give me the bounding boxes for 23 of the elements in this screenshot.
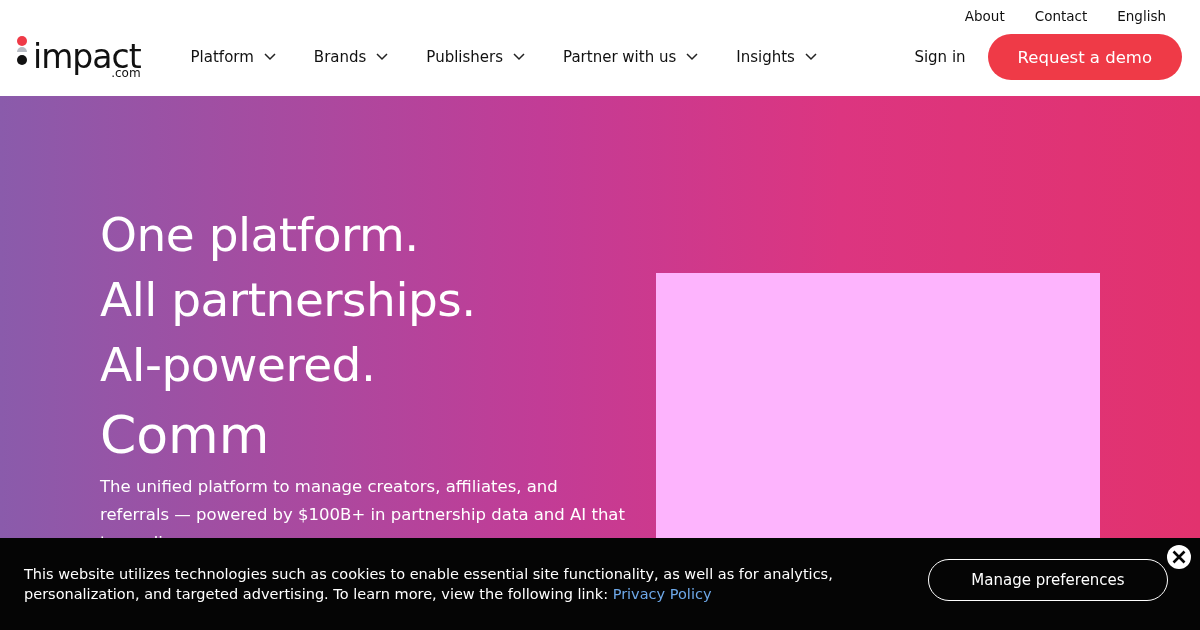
cookie-notice: This website utilizes technologies such as cookies to enable essential site functionality, as well as for analytics, personalization, and targeted advertising. To learn more, view the following link: Privacy Policy [24,565,834,604]
sign-in-link[interactable]: Sign in [914,48,966,66]
chevron-down-icon [376,53,389,61]
nav-menu-item[interactable]: Brands [307,44,395,70]
nav-menu-item[interactable]: Platform [184,44,282,70]
nav-menu-item[interactable]: Publishers [420,44,532,70]
privacy-policy-link[interactable]: Privacy Policy [612,586,712,602]
close-icon[interactable] [1166,544,1192,570]
hero-headline-line: One platform. [100,206,420,264]
top-link[interactable]: English [1117,8,1166,24]
chevron-down-icon [263,53,276,61]
chevron-down-icon [804,53,817,61]
hero-headline-line: AI-powered. [100,336,377,394]
chevron-down-icon [686,53,699,61]
top-link[interactable]: Contact [1034,8,1088,24]
nav-menu-item[interactable]: Insights [730,44,823,70]
logo-dots-icon [15,35,29,66]
hero-headline-line: All partnerships. [100,271,477,329]
rotating-word: Comm [100,405,271,465]
nav-menu-item[interactable]: Partner with us [557,44,705,70]
request-demo-button[interactable]: Request a demo [987,34,1182,80]
top-link[interactable]: About [964,8,1005,24]
chevron-down-icon [513,53,526,61]
